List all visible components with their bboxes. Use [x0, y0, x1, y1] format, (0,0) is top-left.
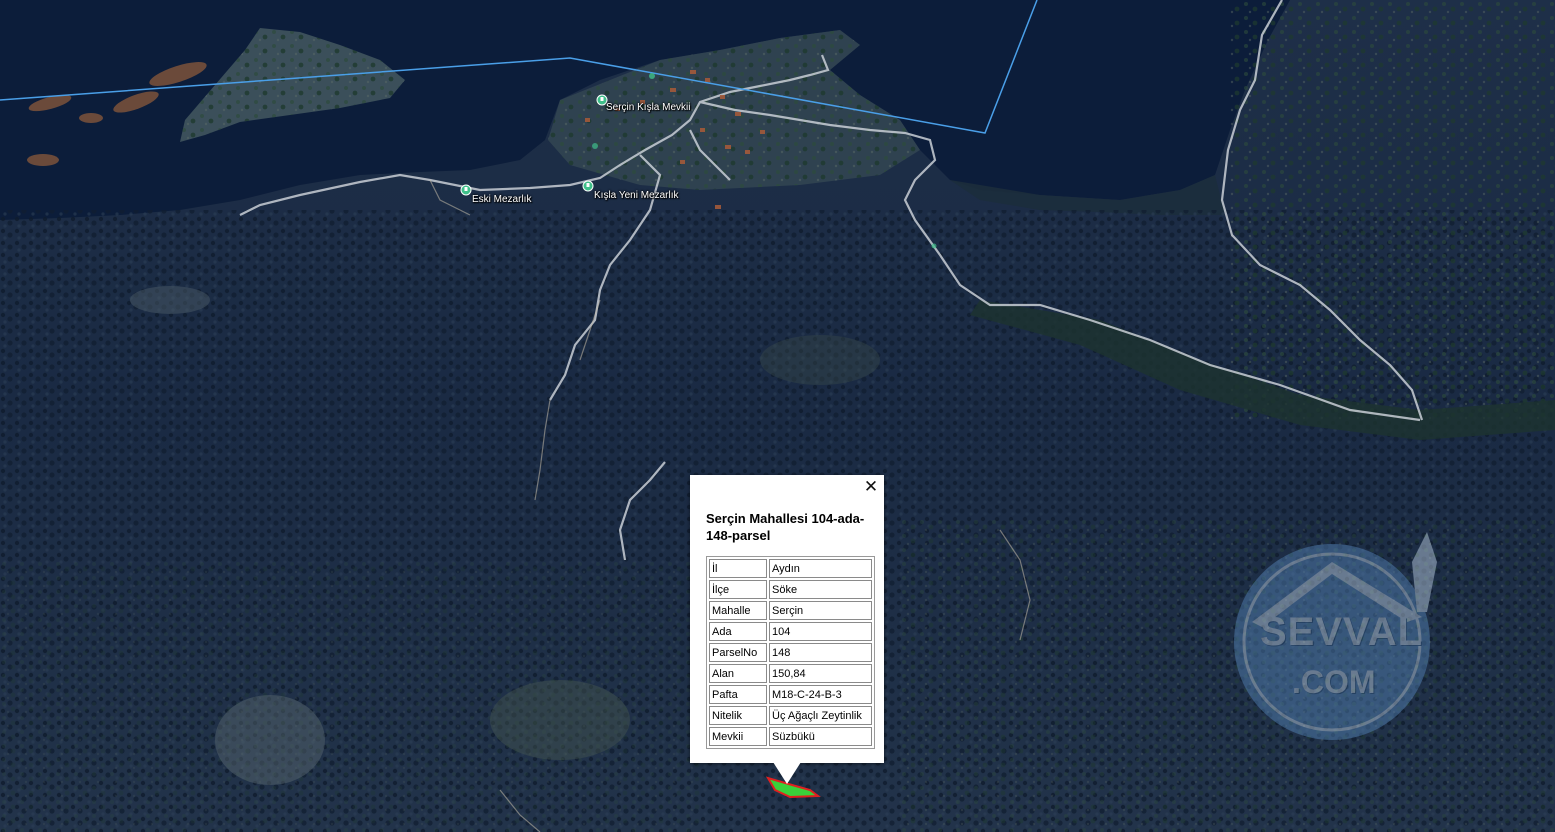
table-row: Mahalle Serçin: [709, 601, 872, 620]
attr-value-parselno: 148: [769, 643, 872, 662]
place-label-eski-mezarlik[interactable]: Eski Mezarlık: [472, 194, 531, 205]
watermark-logo: SEVVAL .COM: [1232, 522, 1442, 748]
place-label-kisla-yeni-mezarlik[interactable]: Kışla Yeni Mezarlık: [594, 190, 679, 201]
attr-value-ada: 104: [769, 622, 872, 641]
attr-value-ilce: Söke: [769, 580, 872, 599]
attr-key-parselno: ParselNo: [709, 643, 767, 662]
attr-value-alan: 150,84: [769, 664, 872, 683]
table-row: İl Aydın: [709, 559, 872, 578]
watermark-text-line2: .COM: [1292, 664, 1376, 700]
watermark-text-line1: SEVVAL: [1260, 610, 1424, 654]
close-icon[interactable]: ✕: [862, 478, 880, 496]
table-row: Mevkii Süzbükü: [709, 727, 872, 746]
attr-value-mahalle: Serçin: [769, 601, 872, 620]
table-row: ParselNo 148: [709, 643, 872, 662]
table-row: Alan 150,84: [709, 664, 872, 683]
attr-key-il: İl: [709, 559, 767, 578]
attr-value-nitelik: Üç Ağaçlı Zeytinlik: [769, 706, 872, 725]
parcel-info-popup: ✕ Serçin Mahallesi 104-ada-148-parsel İl…: [690, 475, 884, 763]
attr-value-pafta: M18-C-24-B-3: [769, 685, 872, 704]
attr-key-ada: Ada: [709, 622, 767, 641]
attr-key-pafta: Pafta: [709, 685, 767, 704]
place-label-sercin-kisla-mevkii[interactable]: Serçin Kışla Mevkii: [606, 102, 690, 113]
poi-marker-kisla-yeni-mezarlik[interactable]: [582, 180, 594, 192]
attr-value-il: Aydın: [769, 559, 872, 578]
popup-pointer: [773, 762, 801, 784]
popup-title: Serçin Mahallesi 104-ada-148-parsel: [706, 511, 865, 543]
poi-marker-eski-mezarlik[interactable]: [460, 184, 472, 196]
attr-key-mevkii: Mevkii: [709, 727, 767, 746]
attr-key-mahalle: Mahalle: [709, 601, 767, 620]
table-row: Nitelik Üç Ağaçlı Zeytinlik: [709, 706, 872, 725]
attr-key-ilce: İlçe: [709, 580, 767, 599]
parcel-attribute-table: İl Aydın İlçe Söke Mahalle Serçin Ada 10…: [706, 556, 875, 749]
table-row: Ada 104: [709, 622, 872, 641]
attr-value-mevkii: Süzbükü: [769, 727, 872, 746]
table-row: İlçe Söke: [709, 580, 872, 599]
attr-key-alan: Alan: [709, 664, 767, 683]
table-row: Pafta M18-C-24-B-3: [709, 685, 872, 704]
attr-key-nitelik: Nitelik: [709, 706, 767, 725]
